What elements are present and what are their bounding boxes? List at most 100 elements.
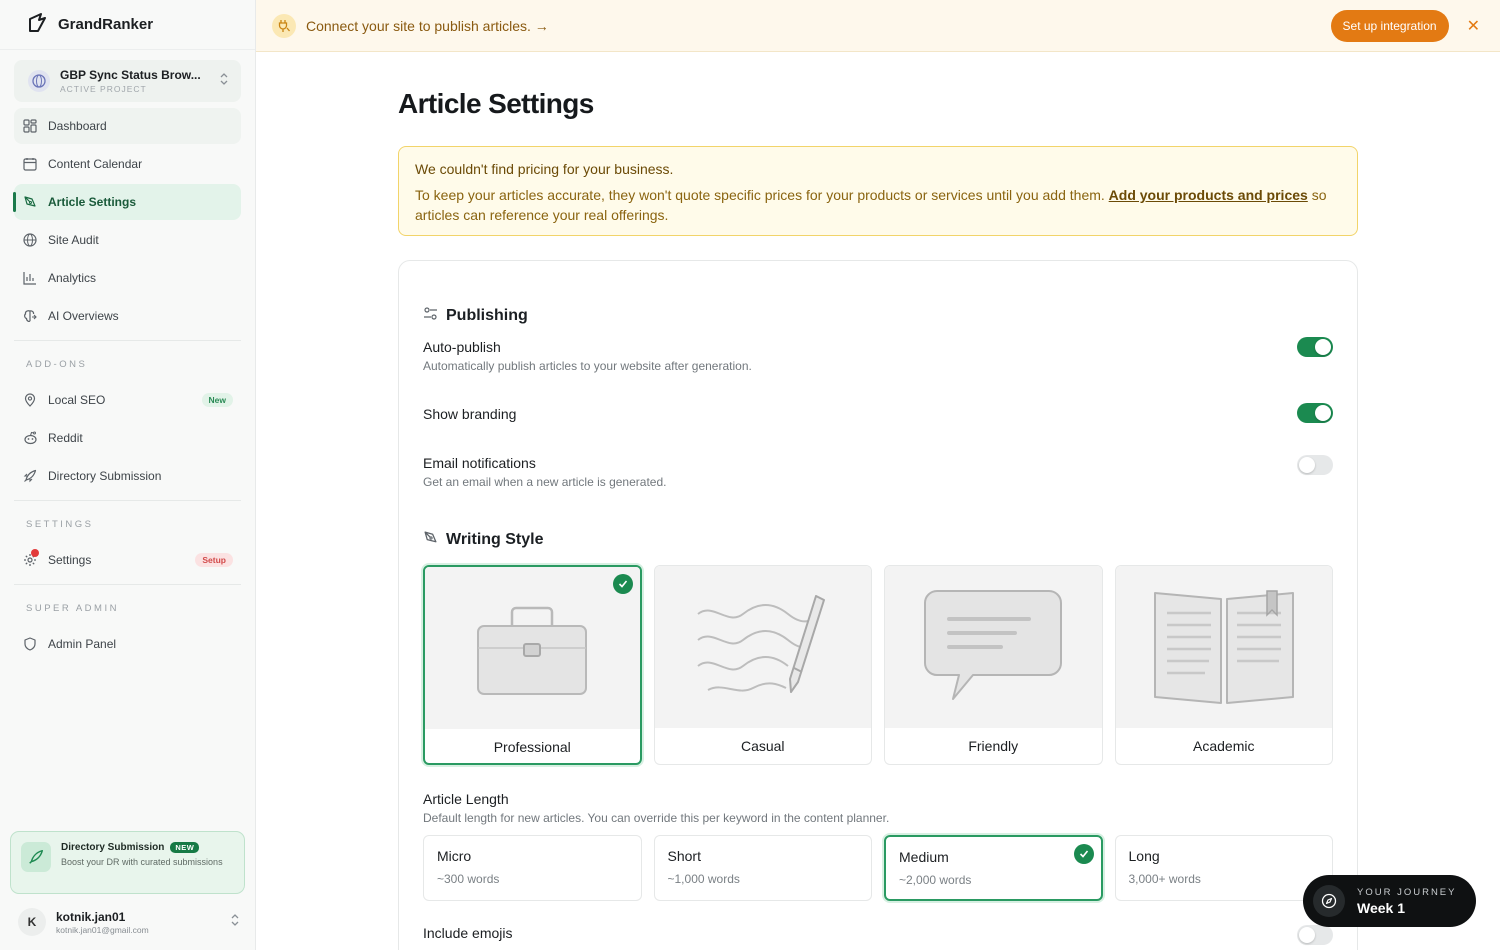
section-label-super-admin: SUPER ADMIN (26, 603, 119, 614)
directory-promo-card[interactable]: Directory Submission NEW Boost your DR wi… (10, 831, 245, 894)
warning-body: To keep your articles accurate, they won… (415, 185, 1341, 225)
user-name: kotnik.jan01 (56, 909, 126, 924)
include-emojis-row: Include emojis (423, 925, 1333, 945)
nav-reddit[interactable]: Reddit (14, 420, 241, 456)
nav-article-settings[interactable]: Article Settings (13, 184, 241, 220)
journey-subtitle: YOUR JOURNEY (1357, 886, 1457, 898)
nav-settings[interactable]: Settings Setup (14, 542, 241, 578)
shield-icon (22, 636, 38, 652)
length-words: ~2,000 words (899, 873, 972, 887)
settings-content: Article Settings We couldn't find pricin… (398, 52, 1358, 950)
set-up-integration-button[interactable]: Set up integration (1330, 9, 1449, 42)
bar-chart-icon (22, 270, 38, 286)
length-words: 3,000+ words (1128, 872, 1201, 886)
writing-style-heading: Writing Style (423, 529, 1333, 551)
auto-publish-toggle[interactable] (1297, 337, 1333, 357)
compass-icon (1313, 885, 1345, 917)
section-label-settings: SETTINGS (26, 519, 94, 530)
style-card-academic[interactable]: Academic (1114, 565, 1333, 765)
style-card-professional[interactable]: Professional (423, 565, 642, 765)
nav-analytics[interactable]: Analytics (14, 260, 241, 296)
notification-dot (31, 549, 39, 557)
brand[interactable]: GrandRanker (0, 0, 255, 50)
style-label: Friendly (968, 738, 1019, 754)
include-emojis-toggle[interactable] (1297, 925, 1333, 945)
toggle-knob (1299, 457, 1315, 473)
length-card-medium[interactable]: Medium ~2,000 words (884, 835, 1103, 901)
gear-icon (22, 549, 39, 568)
project-name: GBP Sync Status Brow... (60, 68, 201, 82)
show-branding-toggle[interactable] (1297, 403, 1333, 423)
brand-name: GrandRanker (58, 16, 154, 33)
user-menu[interactable]: K kotnik.jan01 kotnik.jan01@gmail.com (18, 906, 240, 938)
nav-site-audit[interactable]: Site Audit (14, 222, 241, 258)
new-badge: New (201, 393, 233, 407)
email-notifications-title: Email notifications (423, 455, 536, 471)
length-title: Short (667, 848, 701, 864)
map-pin-icon (22, 392, 38, 408)
divider (14, 500, 241, 501)
nav-admin-panel[interactable]: Admin Panel (14, 626, 241, 662)
close-icon[interactable]: ✕ (1467, 16, 1480, 36)
sliders-icon (423, 306, 438, 326)
app-root: GrandRanker GBP Sync Status Brow... ACTI… (0, 0, 1500, 950)
style-card-casual[interactable]: Casual (653, 565, 872, 765)
add-products-link[interactable]: Add your products and prices (1109, 187, 1308, 203)
nav-content-calendar[interactable]: Content Calendar (14, 146, 241, 182)
email-notifications-toggle[interactable] (1297, 455, 1333, 475)
nav-label: Reddit (48, 431, 83, 445)
length-card-long[interactable]: Long 3,000+ words (1114, 835, 1333, 901)
nav-local-seo[interactable]: Local SEO New (14, 382, 241, 418)
toggle-knob (1315, 339, 1331, 355)
nav-dashboard[interactable]: Dashboard (14, 108, 241, 144)
nav-label: AI Overviews (48, 309, 119, 323)
warning-title: We couldn't find pricing for your busine… (415, 161, 674, 177)
nav-label: Directory Submission (48, 469, 162, 483)
plug-icon (272, 13, 296, 38)
article-length-options: Micro ~300 words Short ~1,000 words Medi… (423, 835, 1333, 901)
auto-publish-title: Auto-publish (423, 339, 501, 355)
nav-label: Dashboard (48, 119, 107, 133)
globe-icon (28, 70, 50, 92)
reddit-icon (22, 430, 38, 446)
promo-description: Boost your DR with curated submissions (61, 857, 223, 867)
toggle-knob (1315, 405, 1331, 421)
writing-style-options: Professional Casual Friendly Academic (423, 565, 1333, 765)
nav-label: Local SEO (48, 393, 106, 407)
publishing-heading-text: Publishing (446, 307, 528, 324)
settings-card: Publishing Auto-publish Automatically pu… (398, 260, 1358, 950)
page-title: Article Settings (398, 88, 594, 119)
main-content: Connect your site to publish articles. →… (256, 0, 1500, 950)
nav-label: Settings (48, 553, 92, 567)
pen-tool-icon (22, 194, 38, 210)
pen-scribble-illustration (654, 566, 871, 728)
nav-label: Article Settings (48, 195, 137, 209)
length-card-short[interactable]: Short ~1,000 words (653, 835, 872, 901)
toggle-knob (1299, 927, 1315, 943)
journey-widget[interactable]: YOUR JOURNEY Week 1 (1303, 875, 1476, 927)
article-length-desc: Default length for new articles. You can… (423, 811, 890, 825)
promo-title: Directory Submission NEW (61, 842, 223, 853)
show-branding-title: Show branding (423, 406, 517, 422)
integration-banner: Connect your site to publish articles. →… (256, 0, 1500, 52)
length-card-micro[interactable]: Micro ~300 words (423, 835, 642, 901)
rocket-icon (21, 842, 51, 872)
project-subtitle: ACTIVE PROJECT (60, 84, 147, 94)
open-book-illustration (1115, 566, 1332, 728)
style-label: Academic (1193, 738, 1255, 754)
grid-icon (22, 118, 38, 134)
main-nav: Dashboard Content Calendar Article Setti… (0, 108, 255, 662)
calendar-icon (22, 156, 38, 172)
length-title: Long (1128, 848, 1160, 864)
avatar: K (18, 908, 46, 936)
sidebar: GrandRanker GBP Sync Status Brow... ACTI… (0, 0, 256, 950)
include-emojis-title: Include emojis (423, 925, 513, 941)
project-switcher[interactable]: GBP Sync Status Brow... ACTIVE PROJECT (14, 60, 241, 102)
nav-ai-overviews[interactable]: AI Overviews (14, 298, 241, 334)
email-notifications-row: Email notifications Get an email when a … (423, 455, 1333, 489)
article-length-header: Article Length Default length for new ar… (423, 791, 1333, 825)
style-card-friendly[interactable]: Friendly (884, 565, 1103, 765)
user-email: kotnik.jan01@gmail.com (56, 924, 149, 935)
banner-message[interactable]: Connect your site to publish articles. → (306, 18, 1331, 34)
nav-directory-submission[interactable]: Directory Submission (14, 458, 241, 494)
